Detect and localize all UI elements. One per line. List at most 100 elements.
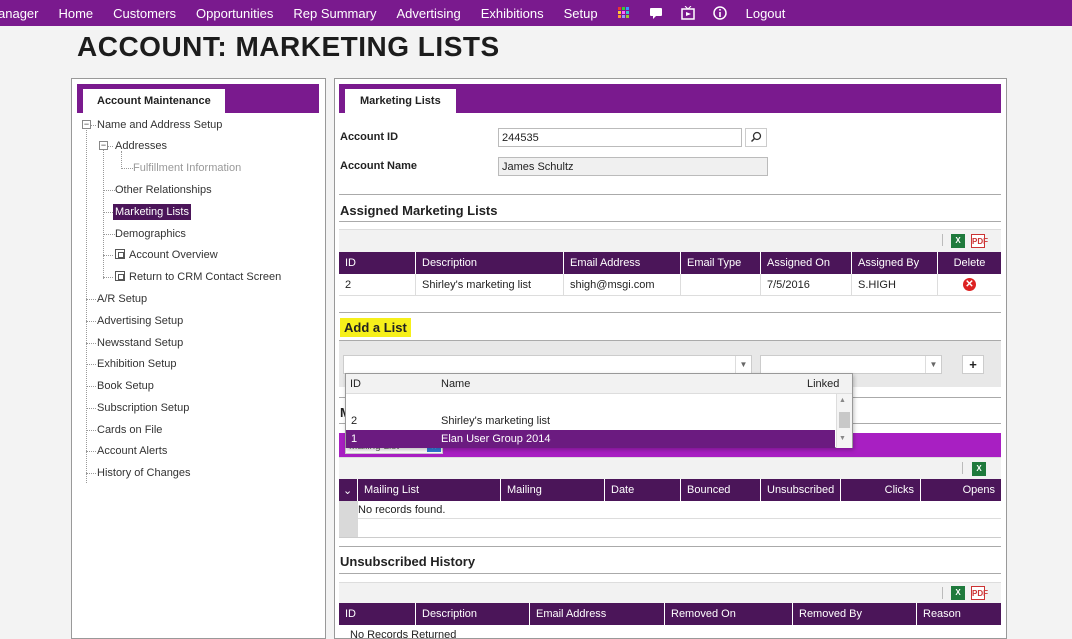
nav-item-customers[interactable]: Customers — [113, 6, 176, 21]
unsubscribed-empty-message: No Records Returned — [350, 629, 457, 639]
nav-item-rep-summary[interactable]: Rep Summary — [293, 6, 376, 21]
tree-item-fulfillment[interactable]: Fulfillment Information — [133, 162, 241, 174]
col-mailing[interactable]: Mailing — [501, 479, 605, 501]
cell-description: Shirley's marketing list — [416, 274, 564, 295]
dropdown-col-id: ID — [350, 378, 361, 390]
add-list-title-text: Add a List — [340, 318, 411, 337]
mailings-empty-message: No records found. — [358, 501, 1001, 519]
option-name: Shirley's marketing list — [441, 415, 551, 427]
tree-item-account-overview[interactable]: Account Overview — [129, 249, 218, 261]
top-nav: anager Home Customers Opportunities Rep … — [0, 0, 1072, 26]
collapse-toggle-name-address[interactable]: − — [82, 120, 91, 129]
col-removed-on[interactable]: Removed On — [665, 603, 793, 625]
window-icon — [115, 249, 125, 259]
pdf-export-icon[interactable]: PDF — [971, 586, 988, 600]
account-name-label: Account Name — [340, 160, 418, 172]
excel-export-icon[interactable]: X — [951, 234, 965, 248]
right-tabbar: Marketing Lists — [339, 84, 1001, 113]
pdf-export-icon[interactable]: PDF — [971, 234, 988, 248]
col-email-address[interactable]: Email Address — [530, 603, 665, 625]
col-mailing-list[interactable]: Mailing List — [358, 479, 501, 501]
scroll-thumb[interactable] — [839, 412, 850, 428]
cell-email: shigh@msgi.com — [564, 274, 681, 295]
tree-item-name-address[interactable]: Name and Address Setup — [97, 119, 222, 131]
tree-item-marketing-lists[interactable]: Marketing Lists — [113, 204, 191, 220]
dropdown-scrollbar[interactable]: ▲ ▼ — [836, 394, 852, 448]
scroll-up-icon[interactable]: ▲ — [839, 397, 846, 404]
account-id-field[interactable]: 244535 — [498, 128, 742, 147]
option-name: Elan User Group 2014 — [441, 433, 551, 445]
tree-item-book-setup[interactable]: Book Setup — [97, 380, 154, 392]
dropdown-col-name: Name — [441, 378, 471, 390]
dropdown-option-selected[interactable]: 1 Elan User Group 2014 — [346, 430, 835, 448]
col-removed-by[interactable]: Removed By — [793, 603, 917, 625]
excel-export-icon[interactable]: X — [951, 586, 965, 600]
col-assigned-by[interactable]: Assigned By — [852, 252, 938, 274]
chat-icon[interactable] — [649, 6, 663, 20]
account-name-field: James Schultz — [498, 157, 768, 176]
col-unsubscribed[interactable]: Unsubscribed — [761, 479, 841, 501]
marketing-lists-panel: Marketing Lists Account ID 244535 Accoun… — [334, 78, 1007, 639]
grid-icon[interactable] — [617, 6, 631, 20]
account-search-button[interactable] — [745, 128, 767, 147]
cell-email-type — [681, 274, 761, 295]
tree-item-history-changes[interactable]: History of Changes — [97, 467, 191, 479]
tree-item-addresses[interactable]: Addresses — [115, 140, 167, 152]
col-bounced[interactable]: Bounced — [681, 479, 761, 501]
tree-item-cards-on-file[interactable]: Cards on File — [97, 424, 162, 436]
tree-item-demographics[interactable]: Demographics — [115, 228, 186, 240]
chevron-down-icon[interactable]: ▼ — [735, 356, 751, 373]
nav-item-advertising[interactable]: Advertising — [396, 6, 460, 21]
col-email-address[interactable]: Email Address — [564, 252, 681, 274]
dropdown-header: ID Name Linked — [346, 374, 852, 394]
dropdown-option[interactable]: 2 Shirley's marketing list — [346, 412, 835, 430]
email-combo[interactable]: ▼ — [760, 355, 942, 374]
chevron-down-icon[interactable]: ▼ — [925, 356, 941, 373]
scroll-down-icon[interactable]: ▼ — [839, 435, 846, 442]
col-date[interactable]: Date — [605, 479, 681, 501]
collapse-toggle-addresses[interactable]: − — [99, 141, 108, 150]
nav-item-exhibitions[interactable]: Exhibitions — [481, 6, 544, 21]
marketing-list-dropdown: ID Name Linked 2 Shirley's marketing lis… — [345, 373, 853, 448]
col-id[interactable]: ID — [339, 603, 416, 625]
tree-item-ar-setup[interactable]: A/R Setup — [97, 293, 147, 305]
col-clicks[interactable]: Clicks — [841, 479, 921, 501]
logout-link[interactable]: Logout — [746, 6, 786, 21]
col-reason[interactable]: Reason — [917, 603, 1001, 625]
media-icon[interactable] — [680, 6, 695, 20]
col-description[interactable]: Description — [416, 252, 564, 274]
nav-item-setup[interactable]: Setup — [564, 6, 598, 21]
tree-item-return-crm[interactable]: Return to CRM Contact Screen — [129, 271, 281, 283]
option-id: 1 — [351, 433, 358, 445]
tree-item-exhibition-setup[interactable]: Exhibition Setup — [97, 358, 177, 370]
cell-assigned-on: 7/5/2016 — [761, 274, 852, 295]
nav-item-home[interactable]: Home — [58, 6, 93, 21]
excel-export-icon[interactable]: X — [972, 462, 986, 476]
tree-item-account-alerts[interactable]: Account Alerts — [97, 445, 167, 457]
page-title: ACCOUNT: MARKETING LISTS — [77, 31, 500, 62]
expand-column[interactable]: ⌄ — [339, 479, 358, 501]
delete-icon[interactable]: ✕ — [963, 278, 976, 291]
tab-marketing-lists[interactable]: Marketing Lists — [345, 89, 456, 113]
col-email-type[interactable]: Email Type — [681, 252, 761, 274]
dropdown-col-linked: Linked — [807, 378, 840, 390]
tree-item-subscription-setup[interactable]: Subscription Setup — [97, 402, 189, 414]
nav-item-opportunities[interactable]: Opportunities — [196, 6, 273, 21]
marketing-list-combo[interactable]: ▼ — [343, 355, 752, 374]
col-assigned-on[interactable]: Assigned On — [761, 252, 852, 274]
option-id: 2 — [351, 415, 358, 427]
col-opens[interactable]: Opens — [921, 479, 1001, 501]
col-id[interactable]: ID — [339, 252, 416, 274]
info-icon[interactable] — [712, 6, 727, 20]
col-description[interactable]: Description — [416, 603, 530, 625]
add-list-button[interactable]: + — [962, 355, 984, 374]
tree-item-other-relationships[interactable]: Other Relationships — [115, 184, 212, 196]
col-delete: Delete — [953, 257, 986, 269]
window-icon — [115, 271, 125, 281]
assigned-toolbar: X PDF — [339, 229, 1001, 252]
tree-item-advertising-setup[interactable]: Advertising Setup — [97, 315, 183, 327]
tab-account-maintenance[interactable]: Account Maintenance — [83, 89, 225, 113]
cell-assigned-by: S.HIGH — [852, 274, 938, 295]
tree-item-newsstand-setup[interactable]: Newsstand Setup — [97, 337, 183, 349]
nav-item-manager[interactable]: anager — [0, 6, 38, 21]
